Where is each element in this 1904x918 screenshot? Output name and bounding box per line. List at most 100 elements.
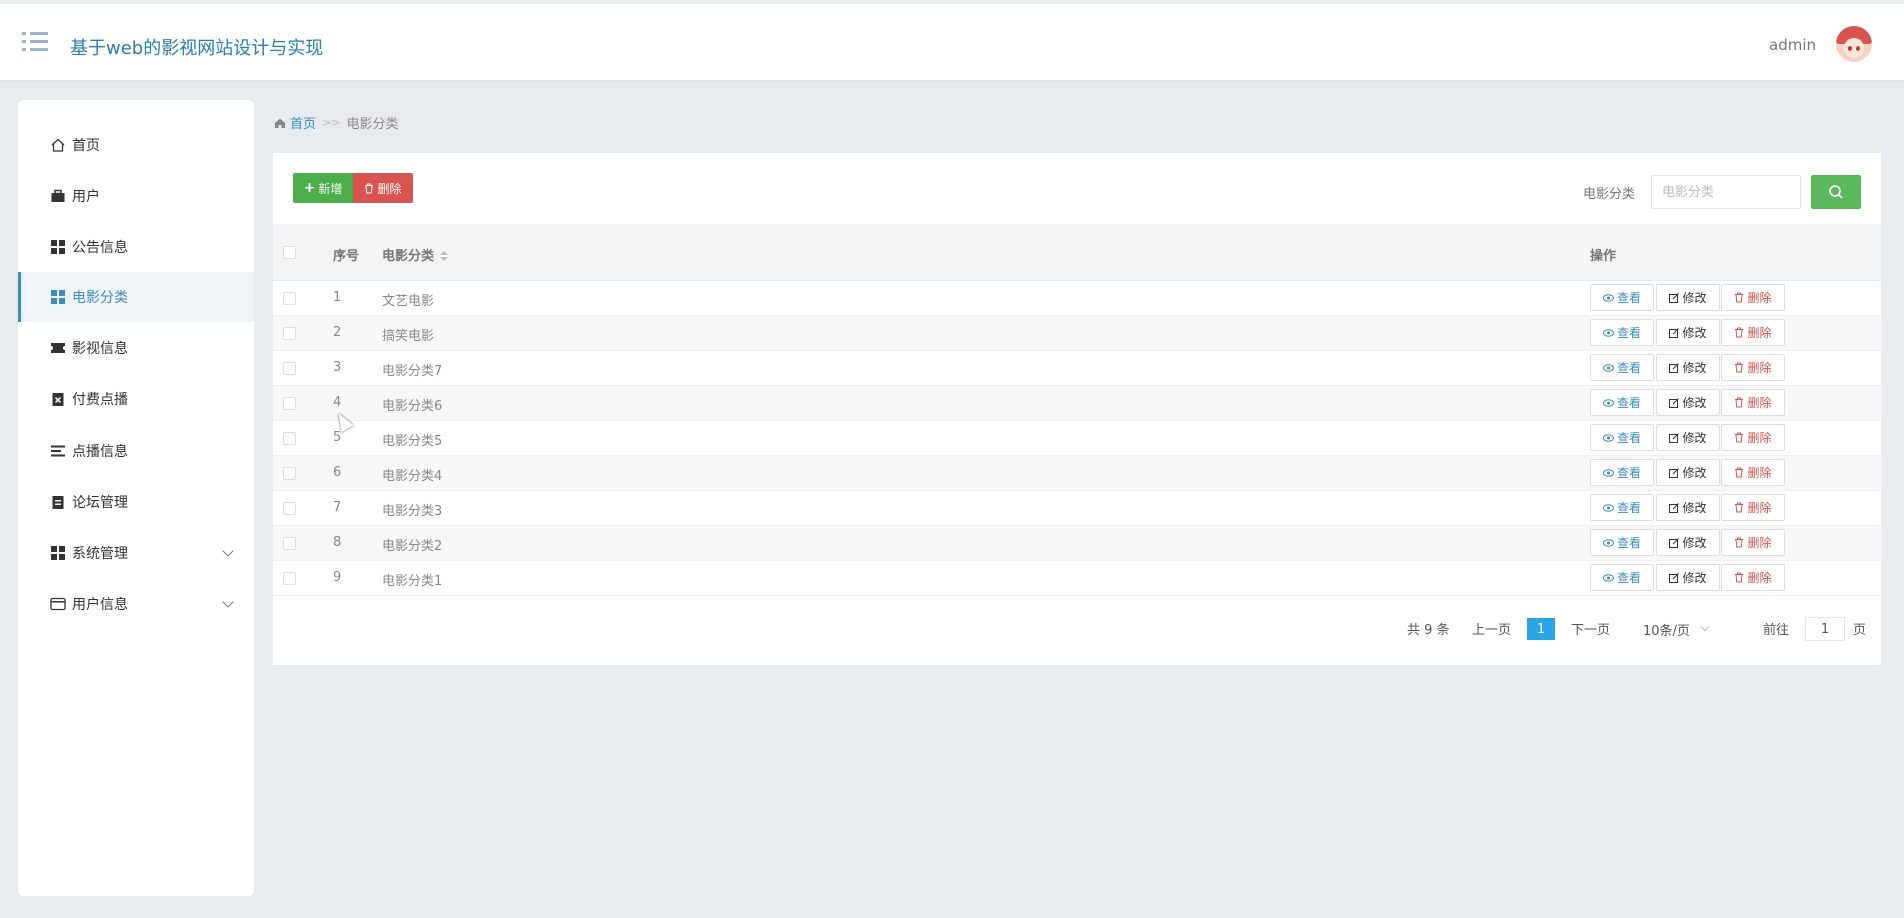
home-icon: [51, 138, 65, 152]
row-index: 5: [333, 430, 342, 445]
row-index: 3: [333, 360, 342, 375]
row-checkbox[interactable]: [283, 572, 296, 585]
eye-icon: [1602, 363, 1614, 372]
row-checkbox[interactable]: [283, 502, 296, 515]
table-row: 3 电影分类7 查看 修改 删除: [273, 351, 1881, 386]
card-icon: [50, 597, 66, 611]
delete-button[interactable]: 删除: [353, 173, 413, 203]
goto-page-input[interactable]: [1805, 617, 1845, 641]
row-delete-button[interactable]: 删除: [1721, 284, 1785, 311]
search-input[interactable]: [1651, 175, 1801, 209]
view-button[interactable]: 查看: [1590, 389, 1654, 416]
sort-icon[interactable]: [440, 250, 449, 263]
row-delete-button[interactable]: 删除: [1721, 564, 1785, 591]
select-all-checkbox[interactable]: [283, 246, 296, 259]
edit-button-label: 修改: [1682, 361, 1707, 375]
edit-button[interactable]: 修改: [1656, 529, 1720, 556]
view-button[interactable]: 查看: [1590, 354, 1654, 381]
sidebar-item-label: 首页: [72, 138, 100, 154]
eye-icon: [1602, 538, 1614, 547]
edit-icon: [1669, 537, 1680, 548]
edit-button[interactable]: 修改: [1656, 424, 1720, 451]
row-checkbox[interactable]: [283, 362, 296, 375]
table-row: 4 电影分类6 查看 修改 删除: [273, 386, 1881, 421]
row-checkbox[interactable]: [283, 537, 296, 550]
edit-button[interactable]: 修改: [1656, 389, 1720, 416]
trash-icon: [1735, 572, 1744, 583]
row-delete-button[interactable]: 删除: [1721, 459, 1785, 486]
row-checkbox[interactable]: [283, 397, 296, 410]
row-category-name: 文艺电影: [382, 294, 435, 309]
plus-icon: +: [303, 180, 316, 196]
page-size-select[interactable]: 10条/页: [1643, 618, 1733, 640]
clipboard-x-icon: [52, 393, 64, 406]
sidebar-item-label: 用户信息: [72, 597, 128, 613]
row-delete-button-label: 删除: [1747, 326, 1772, 340]
add-button[interactable]: + 新增: [293, 173, 353, 203]
view-button[interactable]: 查看: [1590, 319, 1654, 346]
menu-toggle-icon[interactable]: [22, 32, 48, 54]
row-checkbox[interactable]: [283, 327, 296, 340]
sidebar-item-movie-info[interactable]: 影视信息: [18, 323, 254, 373]
row-index: 4: [333, 395, 342, 410]
row-delete-button[interactable]: 删除: [1721, 319, 1785, 346]
prev-page-button[interactable]: 上一页: [1472, 616, 1511, 640]
app-title: 基于web的影视网站设计与实现: [70, 38, 324, 59]
eye-icon: [1602, 328, 1614, 337]
row-index: 6: [333, 465, 342, 480]
row-delete-button-label: 删除: [1747, 571, 1772, 585]
view-button-label: 查看: [1616, 291, 1641, 305]
sidebar-item-vod-info[interactable]: 点播信息: [18, 426, 254, 476]
sidebar-item-forum[interactable]: 论坛管理: [18, 477, 254, 527]
row-checkbox[interactable]: [283, 432, 296, 445]
view-button[interactable]: 查看: [1590, 459, 1654, 486]
view-button[interactable]: 查看: [1590, 564, 1654, 591]
trash-icon: [1735, 537, 1744, 548]
view-button[interactable]: 查看: [1590, 494, 1654, 521]
row-delete-button[interactable]: 删除: [1721, 354, 1785, 381]
sidebar-item-paid-vod[interactable]: 付费点播: [18, 374, 254, 424]
column-header-name[interactable]: 电影分类: [382, 245, 449, 264]
trash-icon: [1735, 397, 1744, 408]
row-index: 7: [333, 500, 342, 515]
chevron-down-icon[interactable]: [222, 596, 234, 608]
row-delete-button[interactable]: 删除: [1721, 389, 1785, 416]
row-delete-button[interactable]: 删除: [1721, 529, 1785, 556]
edit-button[interactable]: 修改: [1656, 459, 1720, 486]
row-checkbox[interactable]: [283, 292, 296, 305]
next-page-button[interactable]: 下一页: [1571, 616, 1610, 640]
search-icon: [1829, 185, 1843, 199]
home-icon: [275, 118, 285, 128]
view-button[interactable]: 查看: [1590, 424, 1654, 451]
sidebar-item-movie-category[interactable]: 电影分类: [18, 272, 254, 322]
page-suffix: 页: [1853, 622, 1867, 638]
sidebar-item-users[interactable]: 用户: [18, 171, 254, 221]
sidebar-item-home[interactable]: 首页: [18, 120, 254, 170]
row-delete-button[interactable]: 删除: [1721, 424, 1785, 451]
sidebar-item-system[interactable]: 系统管理: [18, 528, 254, 578]
edit-button[interactable]: 修改: [1656, 354, 1720, 381]
edit-button[interactable]: 修改: [1656, 284, 1720, 311]
row-index: 2: [333, 325, 342, 340]
chevron-down-icon[interactable]: [222, 545, 234, 557]
sidebar-item-user-info[interactable]: 用户信息: [18, 579, 254, 629]
edit-button[interactable]: 修改: [1656, 494, 1720, 521]
user-name[interactable]: admin: [1769, 36, 1816, 54]
row-index: 8: [333, 535, 342, 550]
row-delete-button[interactable]: 删除: [1721, 494, 1785, 521]
page-number-current[interactable]: 1: [1527, 618, 1555, 640]
trash-icon: [1735, 432, 1744, 443]
row-checkbox[interactable]: [283, 467, 296, 480]
edit-button[interactable]: 修改: [1656, 319, 1720, 346]
edit-button[interactable]: 修改: [1656, 564, 1720, 591]
edit-button-label: 修改: [1682, 466, 1707, 480]
row-delete-button-label: 删除: [1747, 466, 1772, 480]
sidebar-item-notices[interactable]: 公告信息: [18, 222, 254, 272]
view-button[interactable]: 查看: [1590, 284, 1654, 311]
list-icon: [51, 445, 65, 457]
breadcrumb-home[interactable]: 首页: [290, 113, 316, 132]
edit-button-label: 修改: [1682, 291, 1707, 305]
avatar[interactable]: [1836, 26, 1872, 62]
view-button[interactable]: 查看: [1590, 529, 1654, 556]
search-button[interactable]: [1811, 175, 1861, 209]
